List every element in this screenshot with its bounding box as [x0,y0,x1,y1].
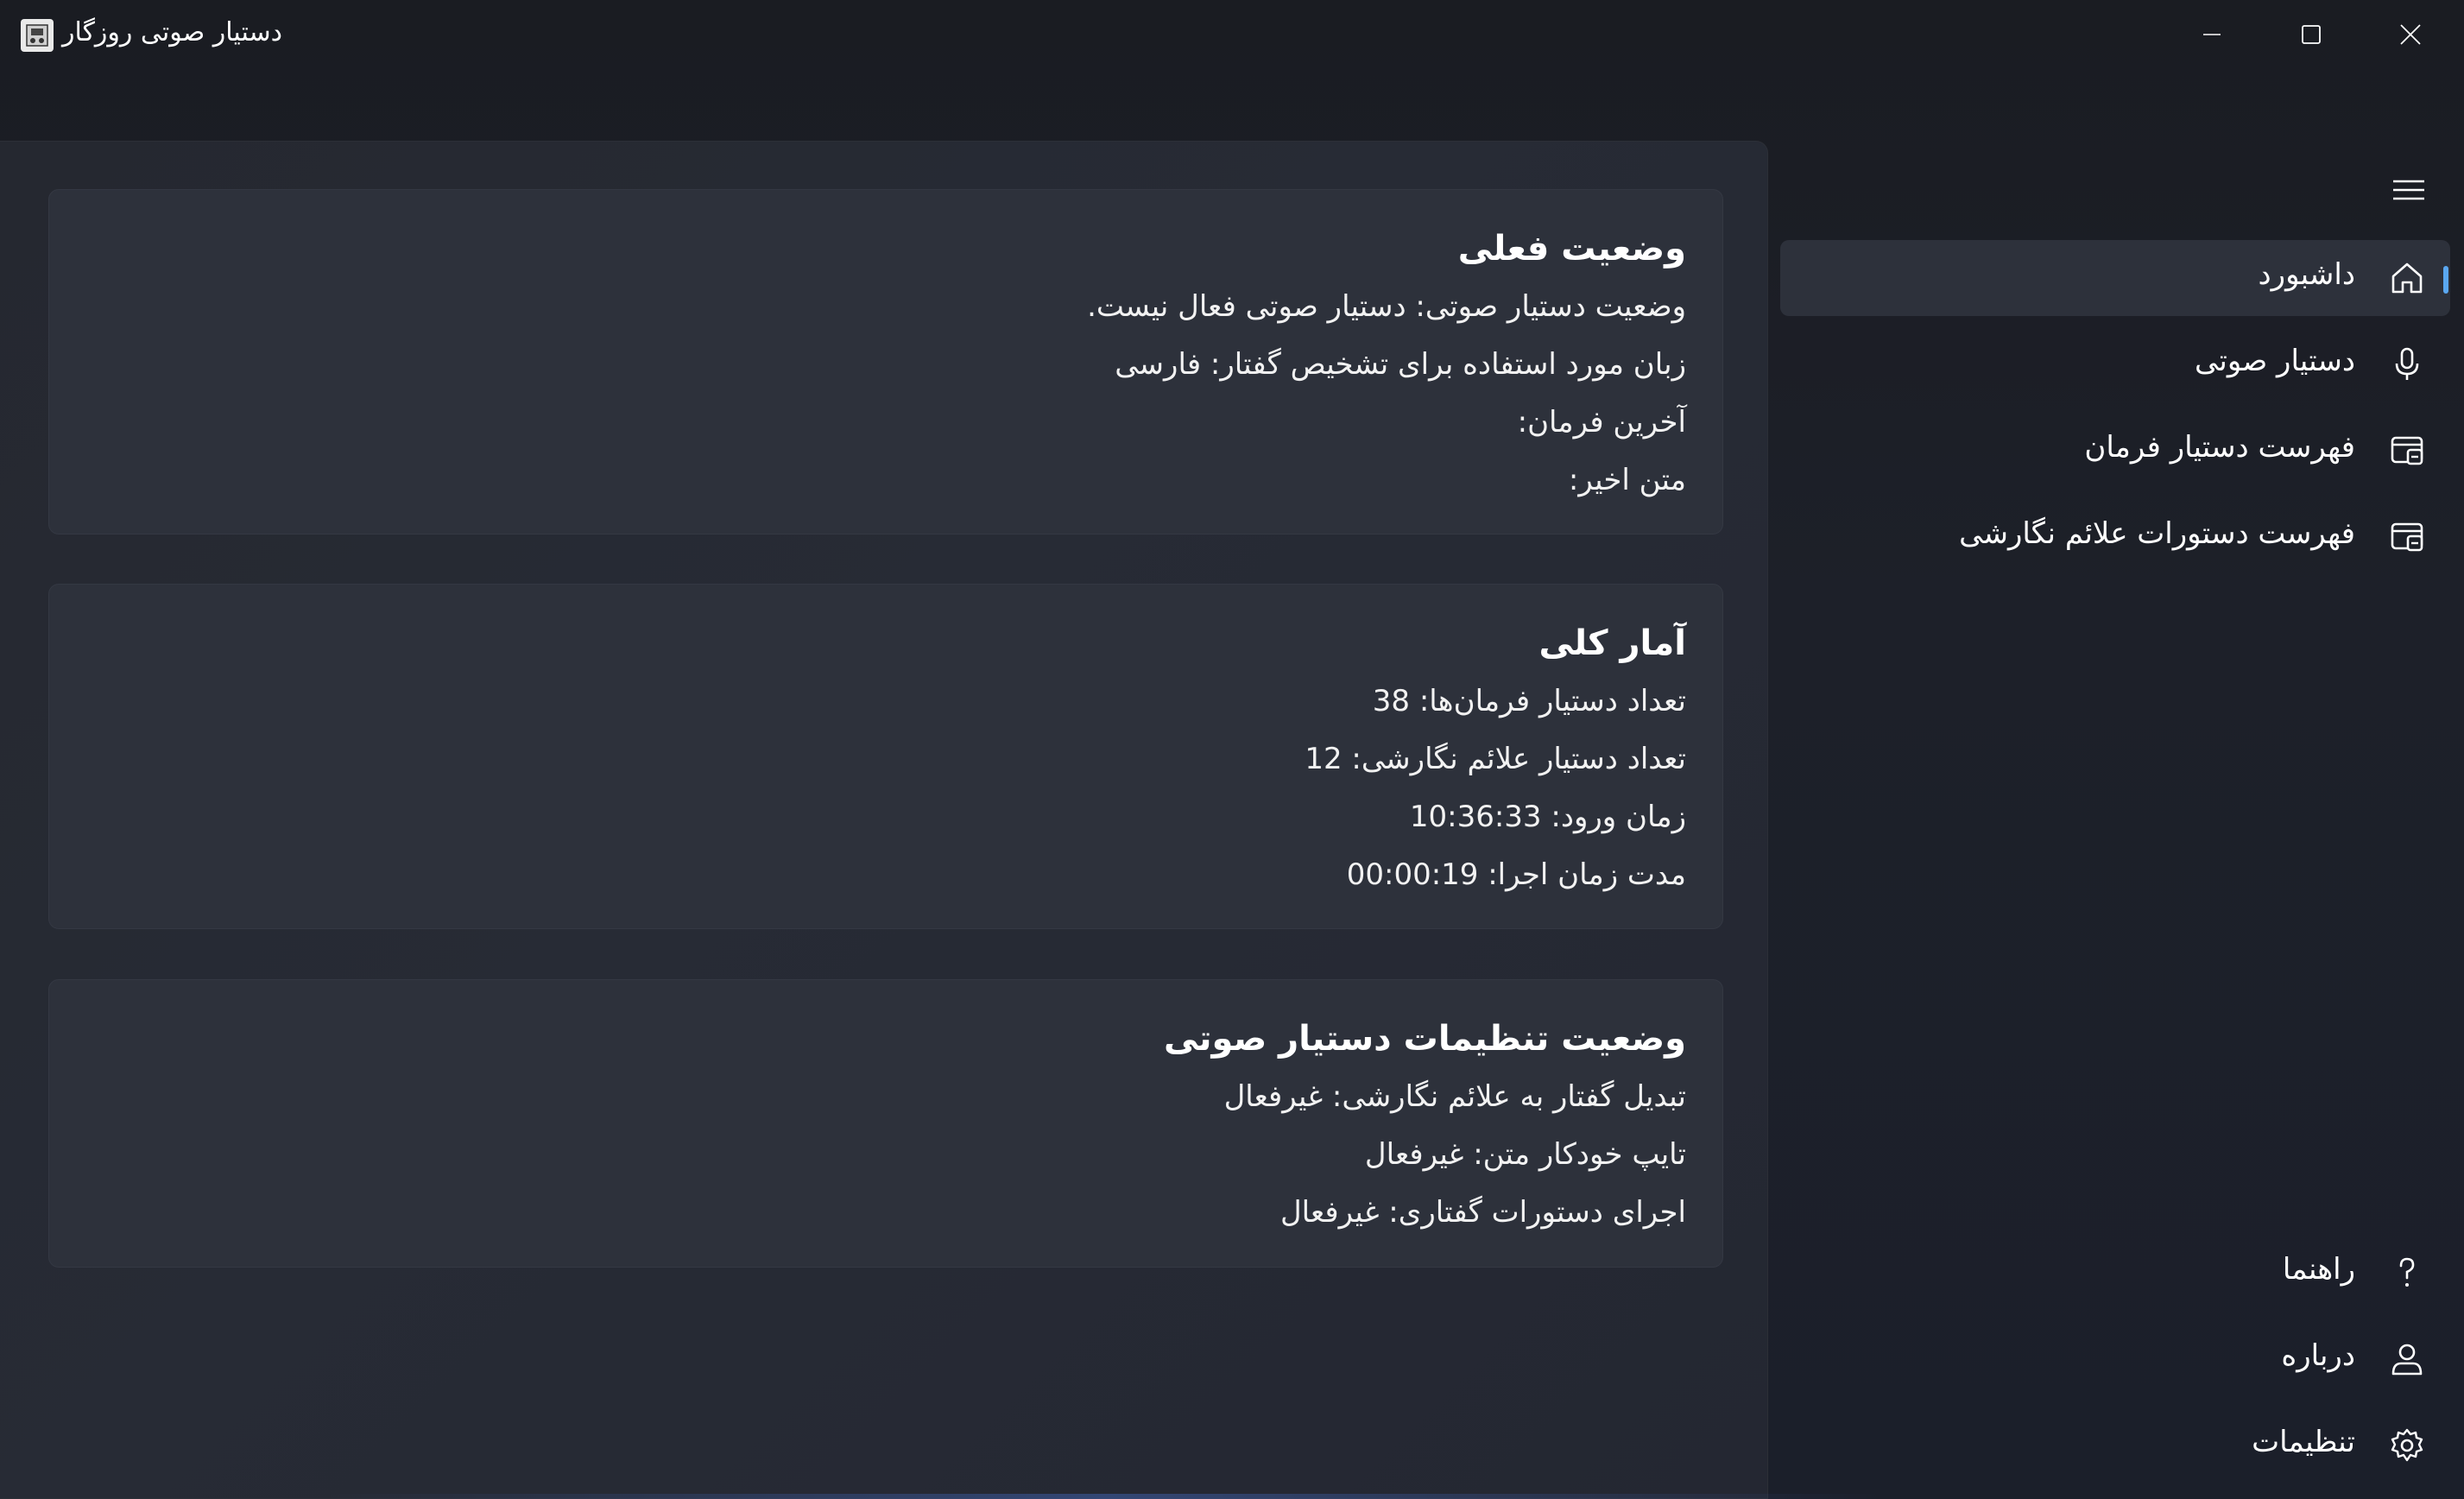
hamburger-menu-button[interactable] [2391,173,2426,207]
card-title: وضعیت فعلی [1457,229,1686,269]
microphone-icon [2388,345,2426,383]
sidebar-item-settings[interactable]: تنظیمات [1780,1407,2450,1483]
sidebar-item-command-list[interactable]: فهرست دستیار فرمان [1780,413,2450,489]
title-bar: دستیار صوتی روزگار [0,0,2464,73]
status-line: وضعیت دستیار صوتی: دستیار صوتی فعال نیست… [1087,289,1686,324]
stat-line: تعداد دستیار علائم نگارشی: 12 [1305,742,1686,776]
card-title: آمار کلی [1538,623,1686,663]
stat-line: مدت زمان اجرا: 00:00:19 [1346,857,1686,892]
sidebar-item-label: فهرست دستیار فرمان [2084,430,2355,465]
command-list-icon [2388,432,2426,470]
close-button[interactable] [2360,0,2460,69]
card-title: وضعیت تنظیمات دستیار صوتی [1164,1019,1686,1059]
help-icon [2388,1254,2426,1292]
app-logo-icon [21,19,54,52]
sidebar-item-label: درباره [2281,1338,2355,1373]
status-line: متن اخیر: [1568,463,1686,497]
sidebar-item-dashboard[interactable]: داشبورد [1780,240,2450,316]
sidebar-item-label: راهنما [2282,1252,2355,1287]
settings-status-card: وضعیت تنظیمات دستیار صوتی تبدیل گفتار به… [48,979,1723,1268]
current-status-card: وضعیت فعلی وضعیت دستیار صوتی: دستیار صوت… [48,189,1723,534]
gear-icon [2388,1426,2426,1464]
sidebar-item-voice-assistant[interactable]: دستیار صوتی [1780,326,2450,402]
status-line: آخرین فرمان: [1517,405,1686,440]
sidebar-item-help[interactable]: راهنما [1780,1235,2450,1311]
sidebar-item-label: فهرست دستورات علائم نگارشی [1959,516,2355,551]
setting-line: تایپ خودکار متن: غیرفعال [1364,1137,1686,1172]
overall-stats-card: آمار کلی تعداد دستیار فرمان‌ها: 38 تعداد… [48,584,1723,929]
maximize-button[interactable] [2261,0,2360,69]
stat-line: تعداد دستیار فرمان‌ها: 38 [1372,684,1686,718]
hamburger-menu-icon [2393,180,2424,200]
person-icon [2388,1340,2426,1378]
stat-line: زمان ورود: 10:36:33 [1409,800,1686,834]
app-window: دستیار صوتی روزگار وضعیت فعلی وضعیت دستی… [0,0,2464,1499]
dashboard-content: وضعیت فعلی وضعیت دستیار صوتی: دستیار صوت… [0,141,1768,1499]
window-title: دستیار صوتی روزگار [62,17,282,47]
minimize-icon [2202,34,2221,35]
sidebar-item-label: داشبورد [2258,257,2355,292]
status-line: زبان مورد استفاده برای تشخیص گفتار: فارس… [1115,347,1686,382]
setting-line: اجرای دستورات گفتاری: غیرفعال [1279,1195,1686,1230]
minimize-button[interactable] [2162,0,2261,69]
sidebar-item-about[interactable]: درباره [1780,1321,2450,1397]
maximize-icon [2301,25,2321,44]
punctuation-list-icon [2388,518,2426,556]
sidebar-item-punctuation-list[interactable]: فهرست دستورات علائم نگارشی [1780,499,2450,575]
bottom-edge-accent [328,1494,1882,1499]
sidebar-item-label: تنظیمات [2252,1425,2355,1459]
home-icon [2388,259,2426,297]
setting-line: تبدیل گفتار به علائم نگارشی: غیرفعال [1223,1079,1686,1114]
selection-indicator [2443,266,2448,294]
close-icon [2399,24,2421,45]
sidebar-item-label: دستیار صوتی [2195,344,2355,378]
